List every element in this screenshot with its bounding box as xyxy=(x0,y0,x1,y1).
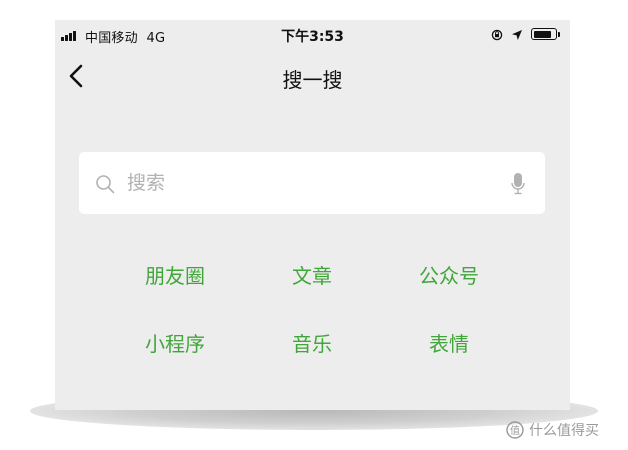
category-moments[interactable]: 朋友圈 xyxy=(115,260,235,289)
phone-screen: 中国移动 4G 下午3:53 搜一搜 搜索 朋友圈 文章 公众号 小程序 音乐 … xyxy=(55,20,570,410)
search-icon xyxy=(96,175,115,194)
microphone-icon[interactable] xyxy=(510,172,526,196)
watermark-logo-icon: 值 xyxy=(506,421,524,439)
category-official-accounts[interactable]: 公众号 xyxy=(389,260,509,289)
battery-cap xyxy=(558,32,560,37)
screenshot-stage: 中国移动 4G 下午3:53 搜一搜 搜索 朋友圈 文章 公众号 小程序 音乐 … xyxy=(0,0,628,450)
search-input[interactable] xyxy=(127,164,497,202)
battery-fill xyxy=(533,30,551,38)
category-stickers[interactable]: 表情 xyxy=(389,328,509,357)
page-title: 搜一搜 xyxy=(282,68,343,92)
watermark: 值 什么值得买 xyxy=(506,420,599,440)
search-box[interactable] xyxy=(79,152,545,214)
category-articles[interactable]: 文章 xyxy=(252,260,372,289)
location-arrow-icon xyxy=(512,30,522,40)
category-mini-programs[interactable]: 小程序 xyxy=(115,328,235,357)
status-bar: 中国移动 4G 下午3:53 xyxy=(55,20,570,50)
svg-text:值: 值 xyxy=(510,424,520,437)
battery-icon xyxy=(531,28,557,40)
watermark-text: 什么值得买 xyxy=(529,423,599,439)
category-music[interactable]: 音乐 xyxy=(252,328,372,357)
rotation-lock-icon xyxy=(491,29,503,41)
